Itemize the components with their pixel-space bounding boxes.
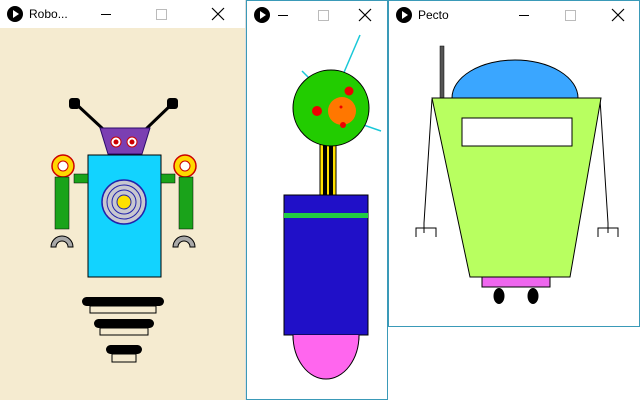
sketch-window-2 xyxy=(246,0,388,400)
robot-drawing xyxy=(415,45,619,304)
maximize-icon xyxy=(564,9,576,21)
app-play-icon xyxy=(7,6,23,22)
robot-drawing xyxy=(50,98,197,363)
sketch-canvas[interactable] xyxy=(389,29,639,326)
close-icon xyxy=(358,8,372,22)
title-bar[interactable]: Robo... xyxy=(0,0,245,28)
minimize-icon xyxy=(101,13,111,15)
title-bar[interactable]: Pecto xyxy=(389,1,639,29)
minimize-icon xyxy=(519,14,529,16)
minimize-button[interactable] xyxy=(83,0,129,28)
close-icon xyxy=(211,7,225,21)
sketch-window-3: Pecto xyxy=(388,0,640,327)
minimize-button[interactable] xyxy=(501,1,547,29)
maximize-button[interactable] xyxy=(547,1,593,29)
maximize-icon xyxy=(317,9,329,21)
close-icon xyxy=(611,8,625,22)
close-button[interactable] xyxy=(195,0,241,28)
sketch-canvas[interactable] xyxy=(0,28,245,400)
close-button[interactable] xyxy=(342,1,387,29)
maximize-button[interactable] xyxy=(138,0,184,28)
sketch-canvas[interactable] xyxy=(247,29,387,399)
window-title: Robo... xyxy=(29,7,68,21)
app-play-icon xyxy=(396,7,412,23)
maximize-icon xyxy=(155,8,167,20)
window-title: Pecto xyxy=(418,8,449,22)
title-bar[interactable] xyxy=(247,1,387,29)
minimize-icon xyxy=(278,14,288,16)
maximize-button[interactable] xyxy=(300,1,346,29)
close-button[interactable] xyxy=(595,1,639,29)
sketch-window-1: Robo... xyxy=(0,0,246,400)
robot-drawing xyxy=(283,34,382,380)
